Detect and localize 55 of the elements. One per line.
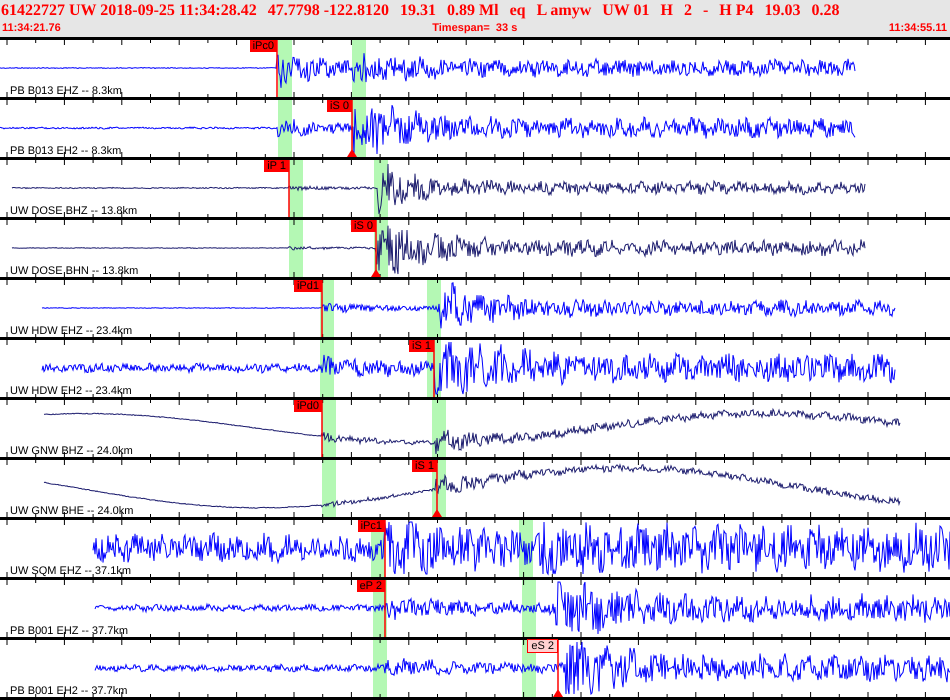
channel-label: UW SQM EHZ -- 37.1km (10, 565, 132, 577)
pick-marker (321, 280, 323, 337)
pick-marker (371, 220, 381, 277)
pick-label: iPc1 (358, 520, 385, 532)
timespan-label: Timespan= 33 s (432, 22, 518, 34)
channel-label: UW GNW BHZ -- 24.0km (10, 445, 133, 457)
channel-label: PB B013 EHZ -- 8.3km (10, 85, 122, 97)
pick-marker (433, 340, 435, 397)
end-time: 11:34:55.11 (888, 22, 947, 34)
start-time: 11:34:21.76 (2, 22, 61, 34)
phase-window-band (322, 460, 336, 517)
channel-label: UW GNW BHE -- 24.0km (10, 505, 134, 517)
phase-window-band (427, 280, 441, 337)
channel-label: PB B001 EHZ -- 37.7km (10, 625, 128, 637)
phase-window-band (522, 580, 536, 637)
event-field: 19.03 (764, 2, 801, 20)
pick-marker (321, 400, 323, 457)
event-field: 47.7798 -122.8120 (268, 2, 390, 20)
phase-window-band (289, 220, 303, 277)
pick-label: eP 2 (356, 580, 385, 592)
pick-label: iS 1 (412, 460, 437, 472)
pick-marker (553, 640, 563, 697)
event-field: 61422727 UW 2018-09-25 11:34:28.42 (1, 2, 257, 20)
phase-window-band (373, 640, 387, 697)
event-field: 19.31 (400, 2, 436, 20)
channel-label: UW DOSE BHZ -- 13.8km (10, 205, 138, 217)
pick-label: iPd0 (294, 400, 322, 412)
event-field: - (702, 2, 708, 20)
pick-label: iPd1 (294, 280, 322, 292)
pick-marker (276, 40, 278, 97)
pick-marker (432, 460, 442, 517)
event-field: H P4 (719, 2, 754, 20)
pick-label: iP 1 (264, 160, 289, 172)
channel-label: PB B001 EH2 -- 37.7km (10, 685, 128, 697)
channel-label: PB B013 EH2 -- 8.3km (10, 145, 122, 157)
pick-marker (288, 160, 290, 217)
pick-label: iS 0 (327, 100, 352, 112)
event-field: 0.89 Ml (447, 2, 499, 20)
event-field: 0.28 (812, 2, 840, 20)
channel-label: UW HDW EHZ -- 23.4km (10, 325, 132, 337)
pick-label: iPc0 (250, 40, 277, 52)
pick-label: iS 0 (351, 220, 376, 232)
event-field: H (660, 2, 673, 20)
pick-marker (384, 520, 386, 577)
pick-marker (347, 100, 357, 157)
pick-marker (384, 580, 386, 637)
event-field: L amyw (536, 2, 592, 20)
channel-label: UW DOSE BHN -- 13.8km (10, 265, 138, 277)
phase-window-band (278, 100, 292, 157)
event-field: UW 01 (602, 2, 650, 20)
pick-label: iS 1 (409, 340, 434, 352)
pick-label: eS 2 (527, 639, 558, 653)
event-field: eq (510, 2, 526, 20)
channel-label: UW HDW EH2 -- 23.4km (10, 385, 132, 397)
event-field: 2 (684, 2, 692, 20)
